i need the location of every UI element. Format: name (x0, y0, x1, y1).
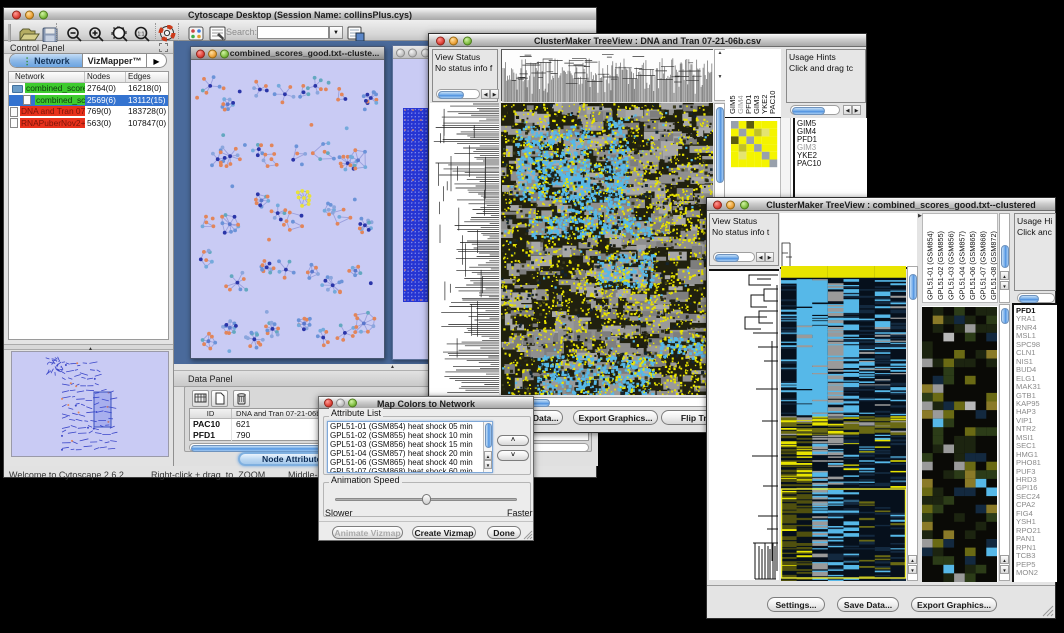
svg-text:GPL51-02 (GSM855): GPL51-02 (GSM855) (936, 231, 945, 300)
svg-text:GPL51-03 (GSM856): GPL51-03 (GSM856) (947, 231, 956, 300)
svg-text:GPL51-04 (GSM857): GPL51-04 (GSM857) (957, 231, 966, 300)
svg-text:GPL51-08 (GSM872): GPL51-08 (GSM872) (989, 231, 997, 300)
svg-text:GPL51-01 (GSM854): GPL51-01 (GSM854) (926, 231, 935, 300)
svg-text:GPL51-07 (GSM868): GPL51-07 (GSM868) (979, 231, 988, 300)
svg-text:PAC10: PAC10 (768, 91, 777, 115)
svg-text:GPL51-06 (GSM865): GPL51-06 (GSM865) (968, 231, 977, 300)
svg-text:1:1: 1:1 (138, 32, 145, 38)
